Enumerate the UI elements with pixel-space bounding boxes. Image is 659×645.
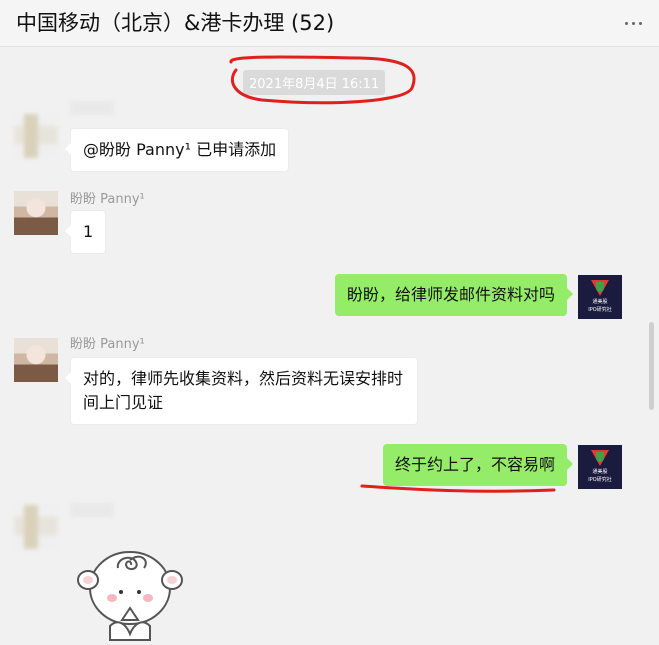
logo-text: IPO研究社	[588, 307, 612, 313]
logo-icon	[588, 280, 612, 298]
sender-name-hidden	[70, 503, 114, 517]
cartoon-sticker[interactable]	[70, 530, 190, 645]
logo-text: 通美股	[592, 469, 608, 475]
message-bubble[interactable]: 盼盼，给律师发邮件资料对吗	[334, 274, 574, 316]
message-bubble[interactable]: @盼盼 Panny¹ 已申请添加	[64, 128, 290, 172]
avatar[interactable]	[14, 505, 58, 549]
sender-name-hidden	[70, 101, 114, 115]
avatar[interactable]: 通美股 IPO研究社	[578, 445, 622, 489]
chat-header: 中国移动（北京）&港卡办理 (52)	[0, 0, 659, 47]
message-bubble[interactable]: 1	[64, 210, 107, 254]
message-bubble[interactable]: 终于约上了，不容易啊	[382, 444, 574, 486]
scrollbar[interactable]	[649, 322, 654, 410]
logo-text: 通美股	[592, 299, 608, 305]
logo-text: IPO研究社	[588, 477, 612, 483]
chat-title: 中国移动（北京）&港卡办理 (52)	[16, 11, 335, 35]
more-icon[interactable]	[621, 14, 645, 32]
avatar[interactable]	[14, 191, 58, 235]
message-bubble[interactable]: 对的，律师先收集资料，然后资料无误安排时间上门见证	[65, 357, 418, 425]
logo-icon	[588, 450, 612, 468]
sender-name: 盼盼 Panny¹	[70, 337, 145, 352]
sender-name: 盼盼 Panny¹	[70, 192, 145, 207]
avatar[interactable]: 通美股 IPO研究社	[578, 275, 622, 319]
message-timestamp: 2021年8月4日 16:11	[243, 70, 386, 95]
avatar[interactable]	[14, 338, 58, 382]
avatar[interactable]	[14, 114, 58, 158]
